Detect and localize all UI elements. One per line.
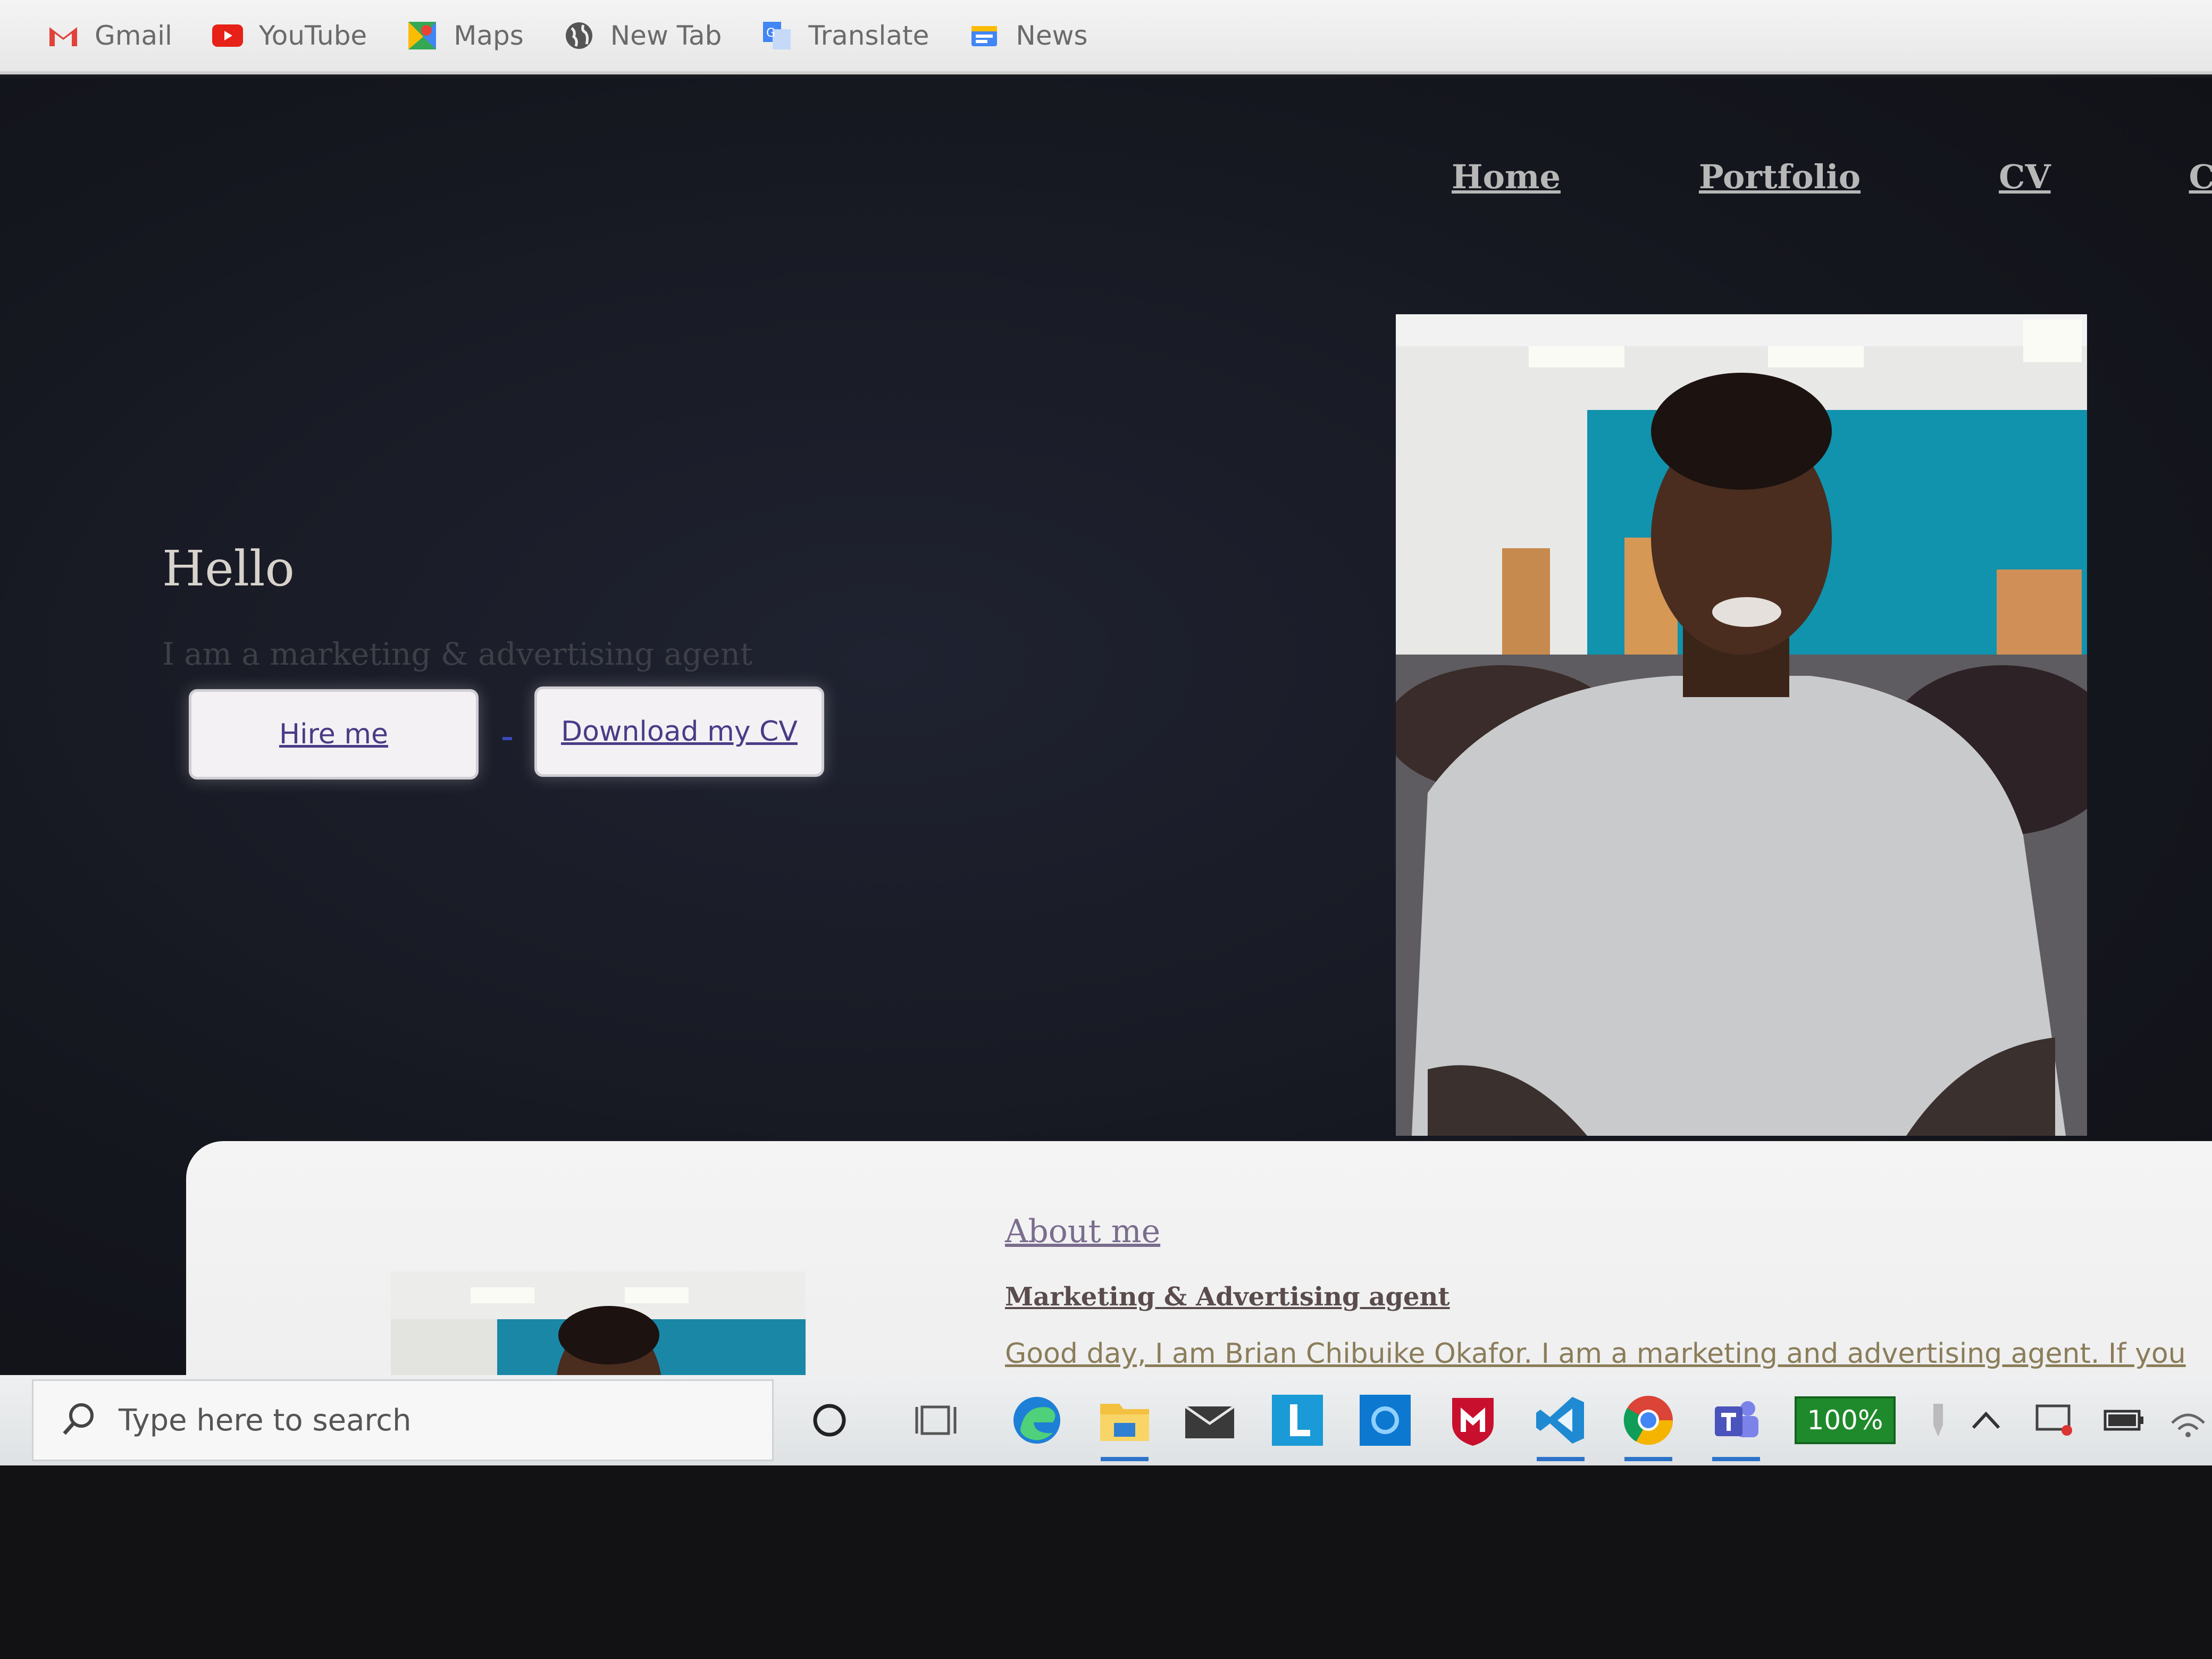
nav-home-link[interactable]: Home xyxy=(1452,157,1561,196)
profile-photo xyxy=(1396,314,2087,1136)
bookmark-label: Translate xyxy=(808,20,929,51)
download-cv-button[interactable]: Download my CV xyxy=(534,686,824,777)
mcafee-icon[interactable] xyxy=(1444,1391,1502,1449)
svg-text:G: G xyxy=(766,27,775,40)
active-indicator xyxy=(1537,1457,1585,1461)
portfolio-page: Home Portfolio CV Conta Hello I am a mar… xyxy=(0,78,2212,1375)
bookmark-maps[interactable]: Maps xyxy=(407,20,524,51)
bookmark-label: Gmail xyxy=(95,20,172,51)
wifi-icon[interactable] xyxy=(2159,1391,2212,1449)
vscode-icon[interactable] xyxy=(1531,1391,1590,1461)
battery-status-icon[interactable] xyxy=(2095,1391,2154,1449)
active-indicator xyxy=(1712,1457,1760,1461)
search-icon xyxy=(60,1401,97,1440)
mail-icon[interactable] xyxy=(1180,1391,1239,1449)
bookmark-youtube[interactable]: YouTube xyxy=(212,20,367,51)
bookmark-news[interactable]: News xyxy=(969,20,1088,51)
bookmarks-bar: Gmail YouTube Maps New Tab G Translate N… xyxy=(0,0,2212,74)
l-app-icon[interactable] xyxy=(1268,1391,1327,1449)
globe-icon xyxy=(564,20,594,51)
store-app-icon[interactable] xyxy=(1356,1391,1414,1449)
nav-contact-link[interactable]: Conta xyxy=(2189,157,2212,196)
nav-cv-link[interactable]: CV xyxy=(1999,157,2050,196)
chevron-up-icon[interactable] xyxy=(1957,1391,2015,1449)
battery-indicator[interactable]: 100% xyxy=(1795,1396,1896,1444)
bookmark-gmail[interactable]: Gmail xyxy=(48,20,172,51)
hero-greeting: Hello xyxy=(162,540,295,597)
bookmark-label: New Tab xyxy=(610,20,722,51)
button-separator xyxy=(502,737,512,740)
about-text: Good day, I am Brian Chibuike Okafor. I … xyxy=(1005,1338,2186,1370)
about-photo xyxy=(391,1271,806,1375)
nav-portfolio-link[interactable]: Portfolio xyxy=(1699,157,1861,196)
site-nav: Home Portfolio CV Conta xyxy=(1452,157,2212,196)
bookmark-label: Maps xyxy=(454,20,524,51)
about-subtitle[interactable]: Marketing & Advertising agent xyxy=(1005,1282,1450,1312)
teams-icon[interactable] xyxy=(1707,1391,1765,1461)
file-explorer-icon[interactable] xyxy=(1095,1391,1154,1461)
hero-tagline: I am a marketing & advertising agent xyxy=(162,636,753,672)
bookmark-translate[interactable]: G Translate xyxy=(761,20,929,51)
bookmark-new-tab[interactable]: New Tab xyxy=(564,20,722,51)
youtube-icon xyxy=(212,20,243,51)
chrome-icon[interactable] xyxy=(1619,1391,1678,1461)
edge-icon[interactable] xyxy=(1008,1391,1066,1449)
bookmark-label: News xyxy=(1016,20,1088,51)
search-placeholder: Type here to search xyxy=(119,1403,412,1438)
maps-icon xyxy=(407,20,438,51)
translate-icon: G xyxy=(761,20,792,51)
monitor-bezel xyxy=(0,1465,2212,1659)
taskbar: Type here to search 100% xyxy=(0,1375,2212,1465)
about-title[interactable]: About me xyxy=(1005,1213,1160,1250)
task-view-icon[interactable] xyxy=(907,1391,965,1449)
bookmark-label: YouTube xyxy=(258,20,367,51)
hire-me-button[interactable]: Hire me xyxy=(189,689,479,780)
screen-share-icon[interactable] xyxy=(2026,1391,2084,1449)
gmail-icon xyxy=(48,20,79,51)
cortana-icon[interactable] xyxy=(800,1391,859,1449)
taskbar-search[interactable]: Type here to search xyxy=(32,1379,774,1461)
active-indicator xyxy=(1101,1457,1149,1461)
news-icon xyxy=(969,20,1000,51)
active-indicator xyxy=(1624,1457,1672,1461)
